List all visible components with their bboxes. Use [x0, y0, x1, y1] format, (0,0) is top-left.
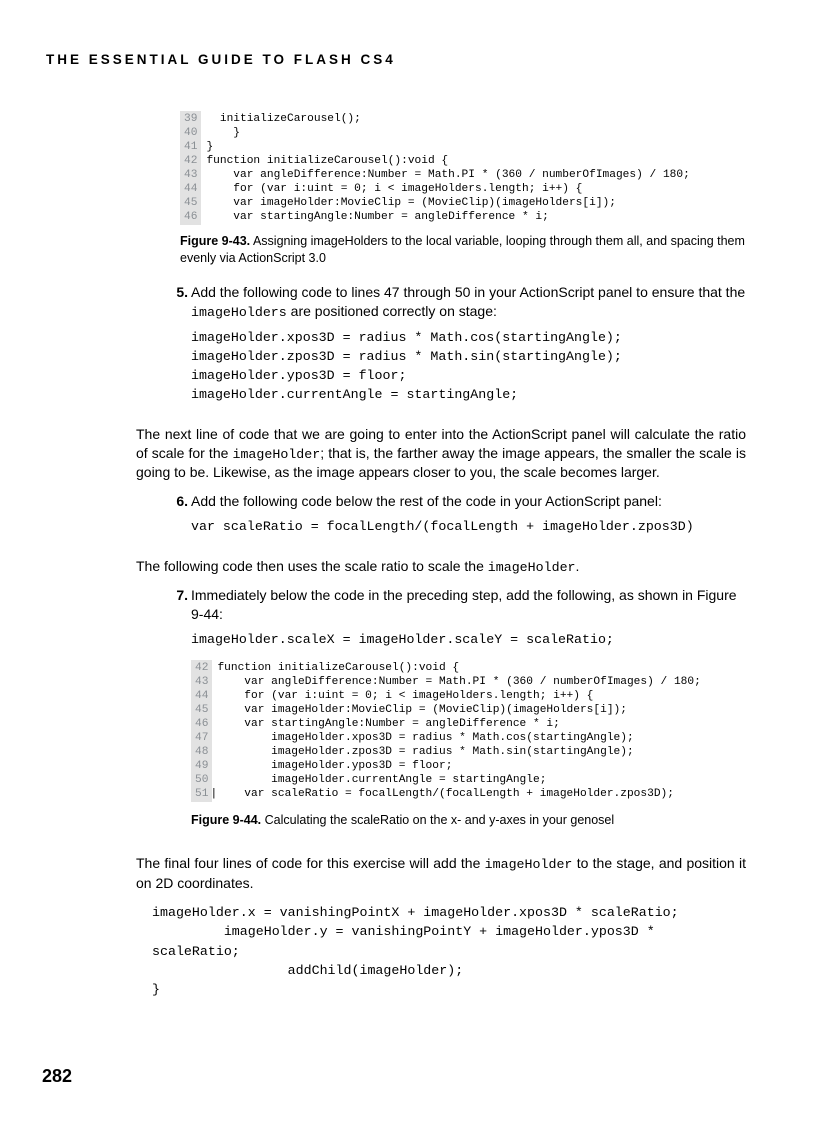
page-number: 282: [42, 1066, 72, 1087]
running-head: THE ESSENTIAL GUIDE TO FLASH CS4: [46, 52, 756, 67]
figure-9-43-label: Figure 9-43.: [180, 234, 250, 248]
figure-9-43-lines: initializeCarousel(); }}function initial…: [201, 111, 693, 225]
figure-9-44-gutter: 42434445464748495051: [191, 660, 212, 802]
para-2-c: .: [576, 558, 580, 574]
page: THE ESSENTIAL GUIDE TO FLASH CS4 3940414…: [0, 0, 816, 1123]
para-2-a: The following code then uses the scale r…: [136, 558, 488, 574]
figure-9-43-gutter: 3940414243444546: [180, 111, 201, 225]
step-7-text: Immediately below the code in the preced…: [191, 587, 737, 622]
step-5-body: Add the following code to lines 47 throu…: [191, 283, 746, 415]
step-7-number: 7.: [164, 586, 188, 844]
step-7-body: Immediately below the code in the preced…: [191, 586, 746, 844]
step-7-code: imageHolder.scaleX = imageHolder.scaleY …: [191, 630, 746, 649]
step-6-body: Add the following code below the rest of…: [191, 492, 746, 546]
figure-9-43-code: 3940414243444546 initializeCarousel(); }…: [180, 111, 746, 225]
step-6-code: var scaleRatio = focalLength/(focalLengt…: [191, 517, 746, 536]
step-5-number: 5.: [164, 283, 188, 415]
figure-9-44-caption: Figure 9-44. Calculating the scaleRatio …: [191, 812, 746, 829]
para-1-mono: imageHolder: [232, 447, 320, 462]
body-column: 3940414243444546 initializeCarousel(); }…: [180, 111, 746, 1000]
step-7: 7. Immediately below the code in the pre…: [164, 586, 746, 844]
step-6-number: 6.: [164, 492, 188, 546]
step-6-text: Add the following code below the rest of…: [191, 493, 662, 509]
figure-9-44-lines: function initializeCarousel():void { var…: [212, 660, 704, 802]
para-1: The next line of code that we are going …: [136, 425, 746, 483]
step-5-text-c: are positioned correctly on stage:: [287, 303, 497, 319]
para-3-a: The final four lines of code for this ex…: [136, 855, 485, 871]
step-6: 6. Add the following code below the rest…: [164, 492, 746, 546]
step-5-code: imageHolder.xpos3D = radius * Math.cos(s…: [191, 328, 746, 405]
step-5-mono: imageHolders: [191, 305, 287, 320]
para-2: The following code then uses the scale r…: [136, 557, 746, 577]
para-3-mono: imageHolder: [485, 857, 573, 872]
final-code-block: imageHolder.x = vanishingPointX + imageH…: [152, 903, 746, 999]
figure-9-44-code: 42434445464748495051 function initialize…: [191, 660, 746, 802]
step-5-text-a: Add the following code to lines 47 throu…: [191, 284, 745, 300]
figure-9-44-label: Figure 9-44.: [191, 813, 261, 827]
para-3: The final four lines of code for this ex…: [136, 854, 746, 893]
figure-9-43-caption-text: Assigning imageHolders to the local vari…: [180, 234, 745, 265]
figure-9-43-caption: Figure 9-43. Assigning imageHolders to t…: [180, 233, 746, 267]
figure-9-44-caption-text: Calculating the scaleRatio on the x- and…: [265, 813, 615, 827]
para-2-mono: imageHolder: [488, 560, 576, 575]
step-5: 5. Add the following code to lines 47 th…: [164, 283, 746, 415]
